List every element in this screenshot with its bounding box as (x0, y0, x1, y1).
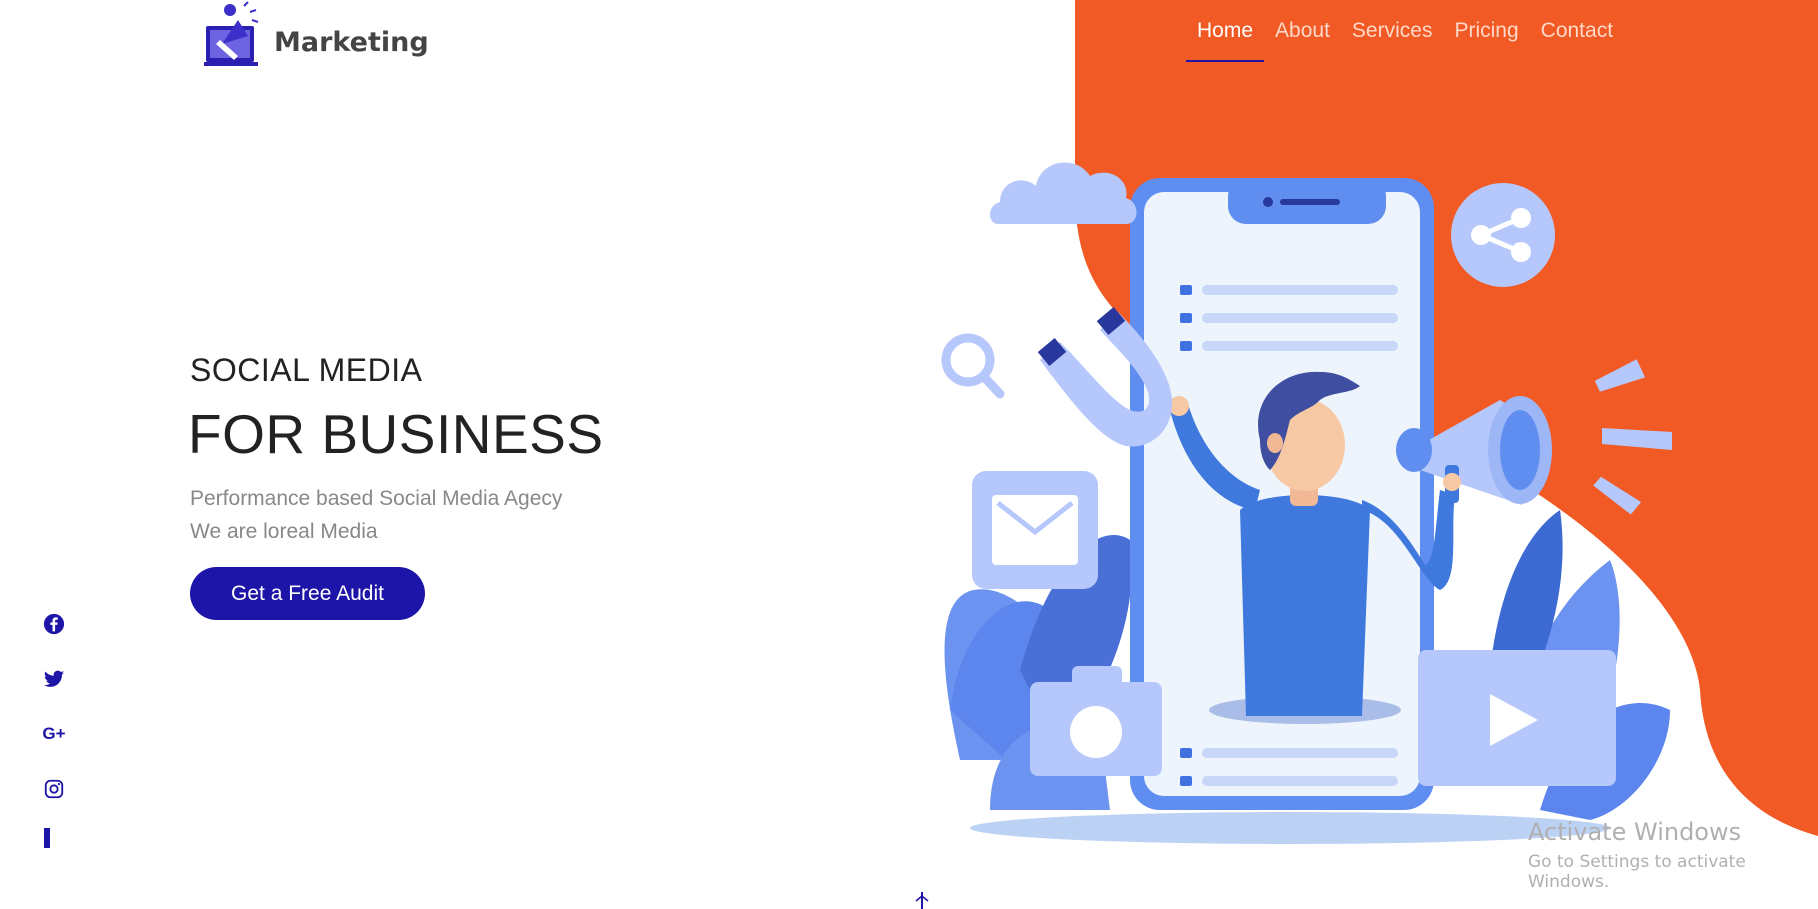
megaphone-laptop-icon (204, 1, 259, 66)
google-plus-glyph: G+ (42, 724, 66, 743)
brand-logo[interactable]: Marketing (204, 0, 429, 70)
nav-item-about[interactable]: About (1264, 18, 1341, 62)
twitter-icon[interactable] (40, 665, 68, 693)
brand-name: Marketing (274, 26, 429, 58)
nav-item-pricing[interactable]: Pricing (1443, 18, 1529, 62)
instagram-icon[interactable] (40, 775, 68, 803)
nav-item-contact[interactable]: Contact (1530, 18, 1624, 62)
ground-shadow (970, 812, 1610, 844)
hero-title: FOR BUSINESS (188, 403, 604, 465)
watermark-title: Activate Windows (1528, 818, 1742, 846)
nav-item-home[interactable]: Home (1186, 18, 1265, 62)
hero-illustration (941, 162, 1672, 844)
scroll-down-icon[interactable] (914, 892, 930, 909)
watermark-subtitle: Go to Settings to activate Windows. (1528, 852, 1746, 892)
hero-subtitle-line: We are loreal Media (190, 520, 378, 543)
hero-kicker: SOCIAL MEDIA (190, 352, 423, 388)
social-links: G+ (40, 610, 80, 830)
windows-activation-watermark: Activate Windows Go to Settings to activ… (1528, 818, 1818, 892)
main-nav: Home About Services Pricing Contact (1186, 18, 1624, 62)
google-plus-icon[interactable]: G+ (40, 720, 68, 748)
facebook-icon[interactable] (40, 610, 68, 638)
person-torso (1240, 495, 1370, 716)
nav-item-services[interactable]: Services (1341, 18, 1444, 62)
social-scroll-bar (44, 828, 50, 848)
hero-subtitle-line: Performance based Social Media Agecy (190, 487, 563, 510)
share-icon (1451, 183, 1555, 287)
free-audit-button[interactable]: Get a Free Audit (190, 567, 425, 620)
hero-subtitle: Performance based Social Media Agecy We … (190, 482, 562, 548)
cloud-icon (990, 162, 1137, 224)
